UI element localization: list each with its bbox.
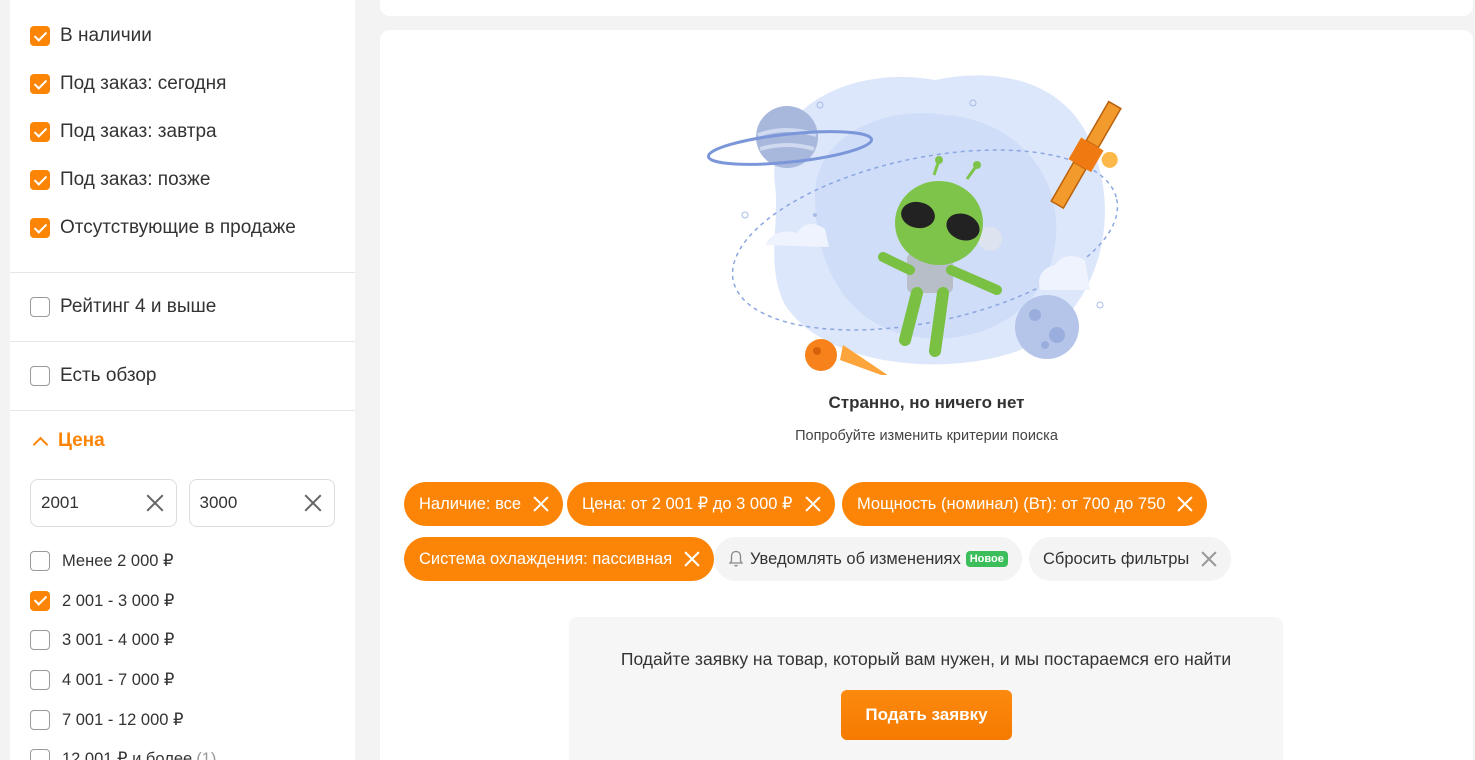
price-inputs xyxy=(30,469,335,541)
checkbox[interactable] xyxy=(30,170,50,190)
price-range-label: 2 001 - 3 000 ₽ xyxy=(62,591,175,610)
checkbox[interactable] xyxy=(30,297,50,317)
product-request-box: Подайте заявку на товар, который вам нуж… xyxy=(569,617,1283,760)
price-to-field[interactable] xyxy=(188,479,335,527)
review-filter: Есть обзор xyxy=(10,342,355,411)
chevron-up-icon xyxy=(32,436,49,452)
checkbox[interactable] xyxy=(30,366,50,386)
checkbox[interactable] xyxy=(30,669,50,690)
reset-filters-button[interactable]: Сбросить фильтры xyxy=(1029,537,1232,581)
submit-request-button[interactable]: Подать заявку xyxy=(841,690,1012,740)
price-to-input[interactable] xyxy=(199,493,300,513)
checkbox[interactable] xyxy=(30,709,50,730)
price-range-label: Менее 2 000 ₽ xyxy=(62,551,174,570)
rating-filter: Рейтинг 4 и выше xyxy=(10,273,355,342)
close-icon[interactable] xyxy=(805,496,821,512)
results-panel: Странно, но ничего нет Попробуйте измени… xyxy=(380,30,1473,760)
price-range-count: (1) xyxy=(196,749,217,760)
price-filter: Цена Менее 2 000 ₽ 2 001 - 3 000 ₽ 3 001… xyxy=(10,411,355,760)
price-from-input[interactable] xyxy=(41,493,141,513)
price-range-item[interactable]: 12 001 ₽ и более (1) xyxy=(30,739,335,760)
filter-order-later[interactable]: Под заказ: позже xyxy=(30,156,335,204)
filter-order-tomorrow[interactable]: Под заказ: завтра xyxy=(30,108,335,156)
price-range-label: 7 001 - 12 000 ₽ xyxy=(62,710,184,729)
close-icon[interactable] xyxy=(1177,496,1193,512)
filter-in-stock[interactable]: В наличии xyxy=(30,12,335,60)
empty-state-title: Странно, но ничего нет xyxy=(828,393,1025,412)
price-filter-title: Цена xyxy=(58,430,105,451)
checkbox[interactable] xyxy=(30,26,50,46)
empty-state-subtitle: Попробуйте изменить критерии поиска xyxy=(795,428,1058,444)
checkbox[interactable] xyxy=(30,630,50,651)
checkbox[interactable] xyxy=(30,74,50,94)
top-card xyxy=(380,0,1473,16)
bell-icon xyxy=(728,550,744,567)
clear-icon[interactable] xyxy=(304,494,322,512)
checkbox[interactable] xyxy=(30,749,50,760)
filter-has-review[interactable]: Есть обзор xyxy=(30,352,335,400)
filter-label: Под заказ: позже xyxy=(60,169,211,190)
alien-space-illustration xyxy=(706,75,1122,375)
active-filter-chip-availability[interactable]: Наличие: все xyxy=(404,482,564,526)
filter-label: Под заказ: завтра xyxy=(60,121,217,142)
chip-label: Система охлаждения: пассивная xyxy=(419,549,673,568)
close-icon[interactable] xyxy=(684,551,700,567)
availability-filter: В наличии Под заказ: сегодня Под заказ: … xyxy=(10,0,355,273)
filter-label: Под заказ: сегодня xyxy=(60,73,227,94)
request-text: Подайте заявку на товар, который вам нуж… xyxy=(620,649,1232,669)
filter-label: В наличии xyxy=(60,25,152,46)
filter-label: Есть обзор xyxy=(60,365,157,386)
notify-changes-button[interactable]: Уведомлять об изменениях Новое xyxy=(714,537,1022,581)
price-range-item[interactable]: 2 001 - 3 000 ₽ xyxy=(30,581,335,621)
chip-label: Цена: от 2 001 ₽ до 3 000 ₽ xyxy=(582,495,793,513)
price-filter-header[interactable]: Цена xyxy=(30,413,335,469)
filter-label: Рейтинг 4 и выше xyxy=(60,296,217,317)
price-from-field[interactable] xyxy=(30,479,177,527)
price-range-item[interactable]: 4 001 - 7 000 ₽ xyxy=(30,660,335,700)
chip-label: Мощность (номинал) (Вт): от 700 до 750 xyxy=(857,494,1166,513)
price-range-label: 3 001 - 4 000 ₽ xyxy=(62,631,175,650)
price-range-item[interactable]: 7 001 - 12 000 ₽ xyxy=(30,700,335,740)
active-filter-chip-price[interactable]: Цена: от 2 001 ₽ до 3 000 ₽ xyxy=(567,482,835,526)
checkbox[interactable] xyxy=(30,122,50,142)
close-icon[interactable] xyxy=(533,496,549,512)
reset-label: Сбросить фильтры xyxy=(1043,549,1190,568)
checkbox[interactable] xyxy=(30,590,50,611)
filter-rating[interactable]: Рейтинг 4 и выше xyxy=(30,283,335,331)
chip-label: Наличие: все xyxy=(419,494,522,513)
close-icon[interactable] xyxy=(1201,551,1217,567)
filters-sidebar: В наличии Под заказ: сегодня Под заказ: … xyxy=(10,0,355,760)
new-badge: Новое xyxy=(965,551,1008,567)
price-range-label: 12 001 ₽ и более xyxy=(62,750,193,760)
clear-icon[interactable] xyxy=(146,494,164,512)
filter-label: Отсутствующие в продаже xyxy=(60,217,296,238)
checkbox[interactable] xyxy=(30,550,50,571)
price-range-item[interactable]: 3 001 - 4 000 ₽ xyxy=(30,620,335,660)
filter-out-of-stock[interactable]: Отсутствующие в продаже xyxy=(30,204,335,252)
filter-order-today[interactable]: Под заказ: сегодня xyxy=(30,60,335,108)
price-range-item[interactable]: Менее 2 000 ₽ xyxy=(30,541,335,581)
active-filter-chip-power[interactable]: Мощность (номинал) (Вт): от 700 до 750 xyxy=(842,482,1208,526)
active-filter-chip-cooling[interactable]: Система охлаждения: пассивная xyxy=(404,537,715,581)
checkbox[interactable] xyxy=(30,218,50,238)
notify-label: Уведомлять об изменениях xyxy=(750,549,961,568)
price-range-label: 4 001 - 7 000 ₽ xyxy=(62,670,175,689)
